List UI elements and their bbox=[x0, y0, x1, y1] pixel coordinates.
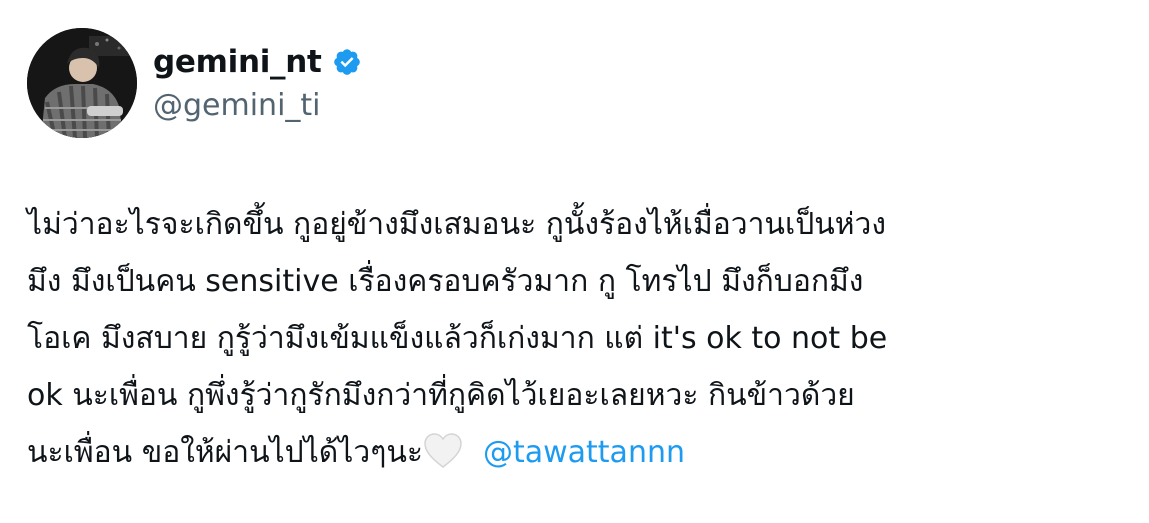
tweet-line-text: นะเพื่อน ขอให้ผ่านไปได้ไวๆนะ bbox=[27, 435, 423, 470]
tweet-line: มึง มึงเป็นคน sensitive เรื่องครอบครัวมา… bbox=[27, 264, 864, 299]
mention-link[interactable]: @tawattannn bbox=[483, 435, 685, 470]
verified-badge-icon bbox=[333, 49, 360, 75]
author-handle[interactable]: @gemini_ti bbox=[153, 88, 321, 123]
white-heart-icon bbox=[424, 433, 462, 468]
tweet-card: gemini_nt @gemini_ti ไม่ว่าอะไรจะเกิดขึ้… bbox=[0, 0, 1149, 523]
display-name[interactable]: gemini_nt bbox=[153, 44, 322, 80]
tweet-line-last: นะเพื่อน ขอให้ผ่านไปได้ไวๆนะ @tawattannn bbox=[27, 424, 1137, 481]
tweet-line: ok นะเพื่อน กูพึ่งรู้ว่ากูรักมึงกว่าที่ก… bbox=[27, 378, 855, 413]
tweet-text: ไม่ว่าอะไรจะเกิดขึ้น กูอยู่ข้างมึงเสมอนะ… bbox=[27, 196, 1137, 481]
avatar[interactable] bbox=[27, 28, 137, 138]
tweet-line: ไม่ว่าอะไรจะเกิดขึ้น กูอยู่ข้างมึงเสมอนะ… bbox=[27, 207, 887, 242]
tweet-line: โอเค มึงสบาย กูรู้ว่ามึงเข้มแข็งแล้วก็เก… bbox=[27, 321, 888, 356]
author-name-row[interactable]: gemini_nt bbox=[153, 40, 362, 84]
avatar-photo bbox=[27, 28, 137, 138]
